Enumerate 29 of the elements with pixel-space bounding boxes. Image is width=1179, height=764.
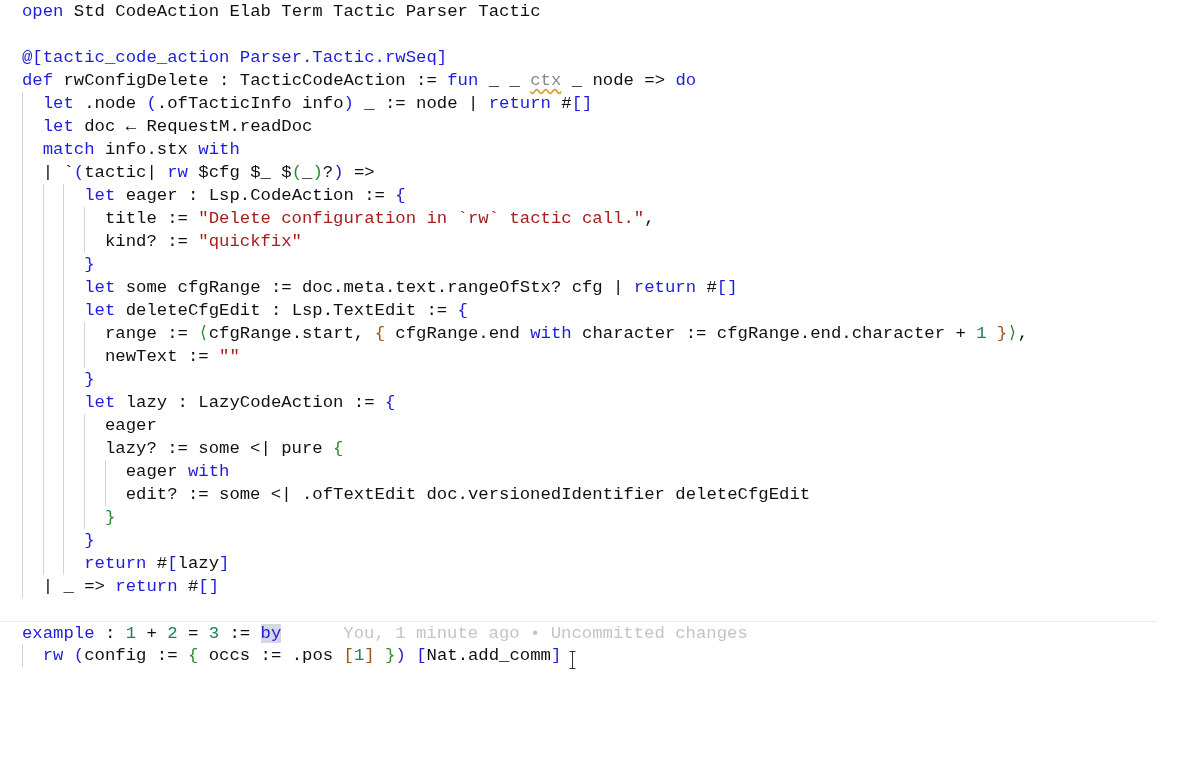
code-line: eager (22, 414, 157, 437)
code-line: rw (config := { occs := .pos [1] }) [Nat.add_comm] (22, 644, 562, 667)
code-line: let lazy : LazyCodeAction := { (22, 391, 396, 414)
code-line: } (22, 506, 116, 529)
code-line: eager with (22, 460, 230, 483)
code-line: open Std CodeAction Elab Term Tactic Parser Tactic (22, 1, 541, 23)
code-line: let .node (.ofTacticInfo info) _ := node | return #[] (22, 92, 593, 115)
code-line: example : 1 + 2 = 3 := by (22, 622, 282, 645)
code-line: } (22, 253, 95, 276)
code-line: @[tactic_code_action Parser.Tactic.rwSeq] (22, 47, 448, 69)
code-line: lazy? := some <| pure { (22, 437, 344, 460)
text-cursor-icon (569, 650, 577, 669)
code-line: let eager : Lsp.CodeAction := { (22, 184, 406, 207)
code-line: let deleteCfgEdit : Lsp.TextEdit := { (22, 299, 468, 322)
code-line: let doc ← RequestM.readDoc (22, 115, 313, 138)
blame-annotation: You, 1 minute ago • Uncommitted changes (343, 622, 748, 645)
code-line: | `(tactic| rw $cfg $_ $(_)?) => (22, 161, 375, 184)
code-line: let some cfgRange := doc.meta.text.rangeOfStx? cfg | return #[] (22, 276, 738, 299)
code-line: title := "Delete configuration in `rw` tactic call.", (22, 207, 655, 230)
code-line: edit? := some <| .ofTextEdit doc.versionedIdentifier deleteCfgEdit (22, 483, 811, 506)
code-line: | _ => return #[] (22, 575, 220, 598)
code-line: range := ⟨cfgRange.start, { cfgRange.end with character := cfgRange.end.character + 1 }⟩, (22, 322, 1029, 345)
code-line: match info.stx with (22, 138, 240, 161)
code-line: newText := "" (22, 345, 240, 368)
code-line: def rwConfigDelete : TacticCodeAction := fun _ _ ctx _ node => do (22, 70, 697, 92)
code-line: kind? := "quickfix" (22, 230, 302, 253)
code-line: } (22, 529, 95, 552)
code-line: } (22, 368, 95, 391)
code-line: return #[lazy] (22, 552, 230, 575)
